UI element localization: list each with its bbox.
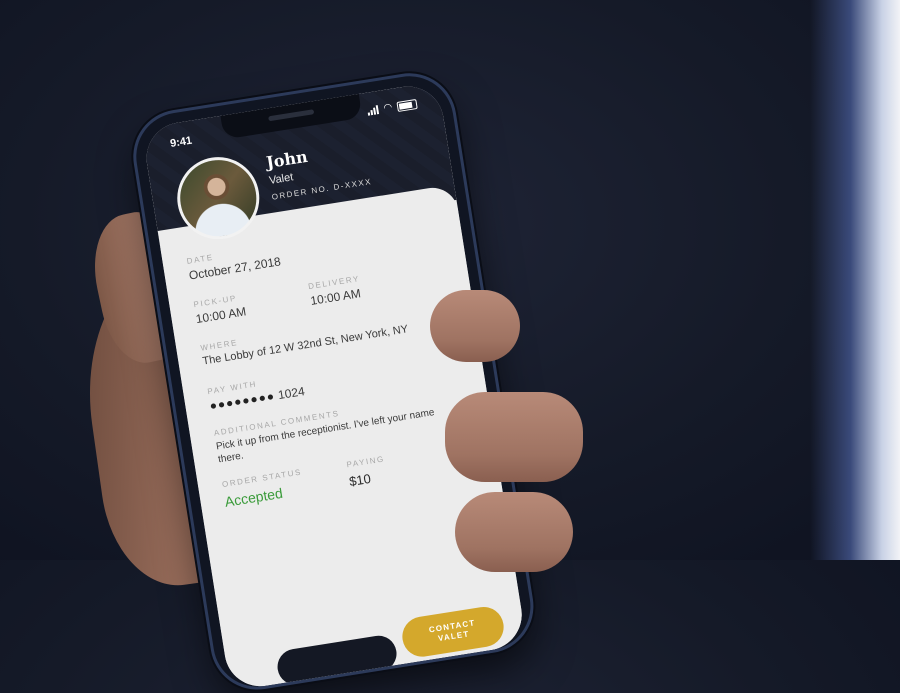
background-light — [810, 0, 900, 560]
valet-role: Valet — [268, 171, 295, 187]
secondary-button[interactable] — [274, 633, 400, 688]
contact-valet-button[interactable]: CONTACT VALET — [399, 604, 507, 660]
hand-finger-middle — [445, 392, 583, 482]
order-status-value: Accepted — [223, 484, 284, 510]
smartphone: 9:41 ◠ John Valet ORDER NO. D-XXXX DATE … — [129, 69, 537, 693]
status-icons: ◠ — [367, 98, 418, 117]
phone-notch — [220, 93, 363, 140]
speaker-grille — [268, 109, 315, 122]
card-last4: 1024 — [277, 384, 306, 403]
phone-screen: 9:41 ◠ John Valet ORDER NO. D-XXXX DATE … — [141, 81, 527, 692]
signal-icon — [367, 105, 380, 116]
date-label: DATE — [186, 252, 215, 266]
valet-name: John — [264, 146, 309, 173]
battery-icon — [396, 98, 418, 112]
paying-value: $10 — [348, 470, 372, 490]
hand-finger-ring — [455, 492, 573, 572]
status-time: 9:41 — [169, 134, 193, 150]
hand-finger-index — [430, 290, 520, 362]
wifi-icon: ◠ — [382, 101, 394, 115]
order-status-label: ORDER STATUS — [221, 467, 303, 490]
paying-label: PAYING — [345, 454, 386, 470]
